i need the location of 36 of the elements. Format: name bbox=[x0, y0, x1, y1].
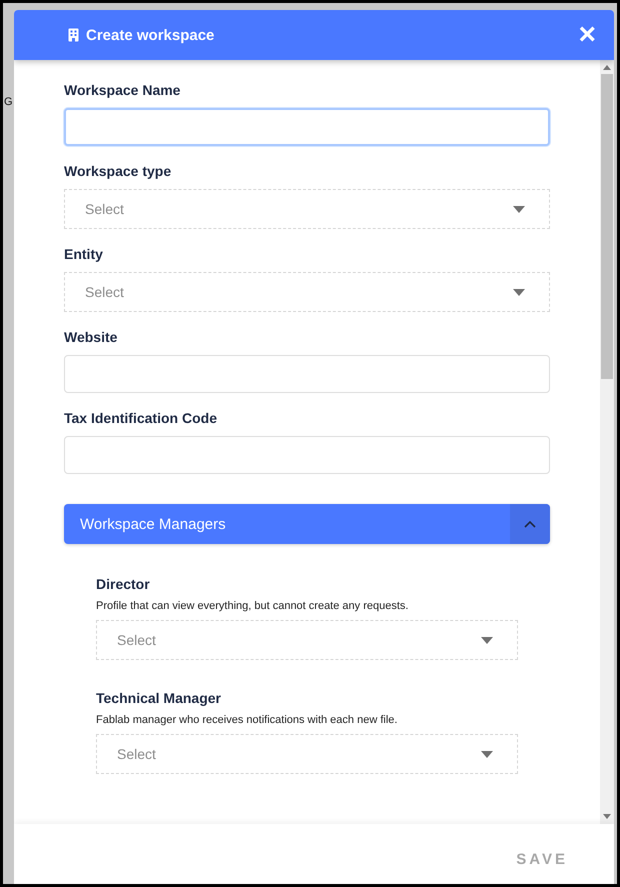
scrollbar-thumb[interactable] bbox=[601, 74, 613, 379]
caret-icon bbox=[481, 750, 493, 758]
dialog-title: Create workspace bbox=[86, 26, 216, 44]
select-placeholder: Select bbox=[85, 201, 124, 217]
close-button[interactable]: × bbox=[578, 20, 596, 50]
select-field[interactable]: Select bbox=[64, 272, 550, 312]
accordion-header[interactable]: Workspace Managers bbox=[64, 504, 550, 544]
field-description: Profile that can view everything, but cannot create any requests. bbox=[96, 600, 410, 612]
input-field[interactable] bbox=[64, 436, 550, 474]
field-label: Website bbox=[64, 329, 118, 345]
select-placeholder: Select bbox=[85, 284, 124, 300]
building-icon bbox=[68, 28, 79, 42]
field-label: Tax Identification Code bbox=[64, 410, 218, 426]
select-field[interactable]: Select bbox=[64, 189, 550, 229]
select-placeholder: Select bbox=[117, 632, 156, 648]
caret-icon bbox=[513, 288, 525, 296]
accordion-title: Workspace Managers bbox=[79, 514, 227, 534]
background-text: G bbox=[4, 96, 13, 108]
field-label: Entity bbox=[64, 246, 104, 262]
scrollbar[interactable] bbox=[600, 60, 614, 824]
field-label: Workspace Name bbox=[64, 82, 182, 98]
scroll-down-icon[interactable] bbox=[603, 814, 611, 819]
accordion-toggle[interactable] bbox=[510, 504, 550, 544]
input-field[interactable] bbox=[64, 355, 550, 393]
caret-icon bbox=[481, 636, 493, 644]
field-description: Fablab manager who receives notifications with each new file. bbox=[96, 714, 398, 726]
scroll-up-icon[interactable] bbox=[603, 65, 611, 70]
field-label: Workspace type bbox=[64, 163, 172, 179]
field-label: Director bbox=[96, 576, 151, 592]
chevron-up-icon bbox=[524, 520, 536, 528]
select-placeholder: Select bbox=[117, 746, 156, 762]
input-field[interactable] bbox=[64, 108, 550, 146]
caret-icon bbox=[513, 206, 525, 212]
select-field[interactable]: Select bbox=[96, 620, 518, 660]
select-field[interactable]: Select bbox=[96, 734, 518, 774]
field-label: Technical Manager bbox=[96, 690, 222, 706]
